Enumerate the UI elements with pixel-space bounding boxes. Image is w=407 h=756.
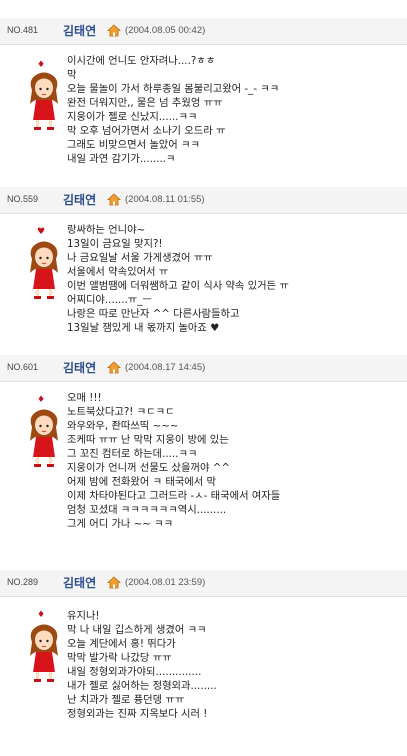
message-line: 유지나! [67, 610, 100, 622]
author-name[interactable]: 김태연 [63, 22, 96, 39]
emoticon-icon: ♦ [37, 60, 46, 70]
post-date: (2004.08.11 01:55) [125, 194, 205, 205]
post-number: NO.481 [7, 25, 39, 35]
message-line: 그래도 비맞으면서 놀았어 ㅋㅋ [67, 139, 200, 151]
message-line: 오늘 계단에서 홍! 뛰다가 [67, 638, 176, 650]
author-name[interactable]: 김태연 [63, 191, 96, 208]
message-line: 엄청 꼬셨대 ㅋㅋㅋㅋㅋㅋ역시......... [67, 504, 227, 516]
message-line: 막막 발가락 나갔당 ㅠㅠ [67, 652, 172, 664]
avatar [30, 241, 58, 299]
message-line: 내일 정형외과가야되.............. [67, 666, 202, 678]
message-line: 지웅이가 언니꺼 선물도 샀을꺼야 ^^ [67, 462, 230, 474]
message-line: 막 [67, 69, 77, 81]
home-icon[interactable] [107, 193, 121, 206]
post-number: NO.559 [7, 194, 39, 204]
avatar [30, 624, 58, 682]
message-line: 조케따 ㅠㅠ 난 막막 지웅이 방에 있는 [67, 434, 229, 446]
post-number: NO.601 [7, 362, 39, 372]
message-line: 그게 어디 가나 ~~ ㅋㅋ [67, 518, 174, 530]
message-line: 완전 더워지만,, 물은 넘 추웠엉 ㅠㅠ [67, 97, 223, 109]
author-name[interactable]: 김태연 [63, 574, 96, 591]
message-line: 13일날 잼있게 내 몫까지 놀아죠 ♥ [67, 322, 220, 334]
post-date: (2004.08.17 14:45) [125, 362, 206, 373]
message-line: 막 나 내일 깁스하게 생겼어 ㅋㅋ [67, 624, 207, 636]
message-line: 막 오후 넘어가면서 소나기 오드라 ㅠ [67, 125, 226, 137]
post-date: (2004.08.01 23:59) [125, 577, 206, 588]
emoticon-icon: ♦ [37, 395, 46, 405]
message-line: 랑싸하는 언니야~ [67, 224, 146, 236]
message-line: 그 꼬진 컴터로 하는데.....ㅋㅋ [67, 448, 198, 460]
message-line: 이번 앨범땜에 더워쌤하고 같이 식사 약속 있거든 ㅠ [67, 280, 289, 292]
message-line: 내일 과연 감기가........ㅋ [67, 153, 176, 165]
message-line: 나 금요일날 서울 가게생겼어 ㅠㅠ [67, 252, 213, 264]
avatar [30, 72, 58, 130]
message-line: 와우와우, 좐따쓰띡 ~~~ [67, 420, 179, 432]
author-name[interactable]: 김태연 [63, 359, 96, 376]
post-date: (2004.08.05 00:42) [125, 25, 206, 36]
home-icon[interactable] [107, 576, 121, 589]
message-line: 난 치과가 젤로 퓽던뎅 ㅠㅠ [67, 694, 185, 706]
message-line: 서울에서 약속있어서 ㅠ [67, 266, 169, 278]
message-line: 나랑은 따로 만난자 ^^ 다른사람들하고 [67, 308, 240, 320]
post-number: NO.289 [7, 577, 39, 587]
message-line: 오매 !!! [67, 392, 102, 404]
post-header: NO.289 김태연 (2004.08.01 23:59) [0, 570, 407, 597]
message-line: 어제 밤에 전화왔어 ㅋ 태국에서 막 [67, 476, 216, 488]
message-line: 지웅이가 젤로 신났지......ㅋㅋ [67, 111, 198, 123]
post-header: NO.559 김태연 (2004.08.11 01:55) [0, 187, 407, 214]
message-line: 오늘 물놀이 가서 하루종일 몸불리고왔어 -_- ㅋㅋ [67, 83, 280, 95]
message-line: 노트북샀다고?! ㅋㄷㅋㄷ [67, 406, 175, 418]
message-line: 이시간에 언니도 안자려나....?ㅎㅎ [67, 55, 216, 67]
post-header: NO.481 김태연 (2004.08.05 00:42) [0, 18, 407, 45]
home-icon[interactable] [107, 24, 121, 37]
message-line: 어찌디야.......ㅠ_ㅡ [67, 294, 152, 306]
heart-icon: ♥ [37, 227, 46, 237]
emoticon-icon: ♦ [37, 610, 46, 620]
message-line: 이제 차타야된다고 그러드라 -ㅅ- 태국에서 여자들 [67, 490, 281, 502]
post-header: NO.601 김태연 (2004.08.17 14:45) [0, 355, 407, 382]
message-line: 정형외과는 진짜 지옥보다 시러 ! [67, 708, 208, 720]
message-line: 13일이 금요일 맞지?! [67, 238, 163, 250]
message-line: 내가 젤로 싫어하는 정형외과........ [67, 680, 217, 692]
avatar [30, 409, 58, 467]
home-icon[interactable] [107, 361, 121, 374]
